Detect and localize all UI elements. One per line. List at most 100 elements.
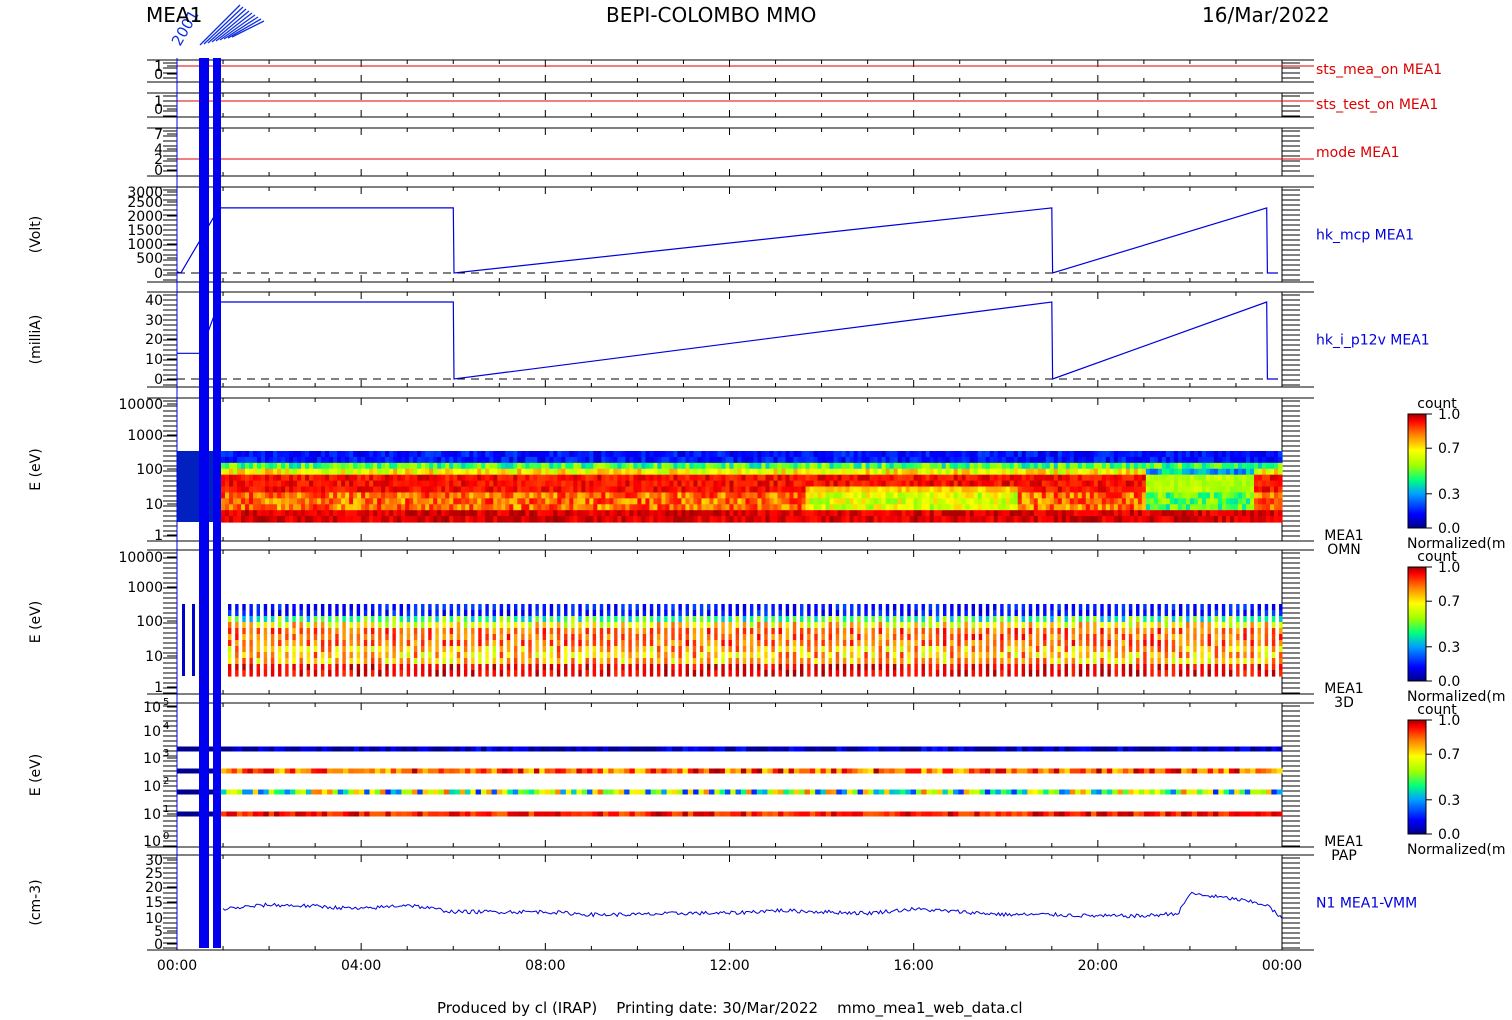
heatmap-cell <box>249 634 253 641</box>
heatmap-cell <box>578 646 582 653</box>
heatmap-cell <box>1093 504 1099 511</box>
heatmap-cell <box>564 628 568 635</box>
heatmap-cell <box>535 616 539 623</box>
heatmap-cell <box>421 456 426 464</box>
heatmap-cell <box>1029 504 1035 511</box>
heatmap-cell <box>313 456 318 464</box>
heatmap-cell <box>535 604 539 611</box>
heatmap-cell <box>461 451 466 458</box>
heatmap-cell <box>541 510 546 517</box>
heatmap-cell <box>342 670 346 677</box>
heatmap-cell <box>509 480 514 488</box>
heatmap-cell <box>357 504 362 511</box>
heatmap-cell <box>1037 451 1043 458</box>
heatmap-cell <box>369 504 374 511</box>
heatmap-cell <box>1169 474 1175 482</box>
heatmap-cell <box>699 646 704 653</box>
heatmap-cell <box>1105 468 1111 476</box>
heatmap-cell <box>913 480 919 488</box>
heatmap-cell <box>941 504 947 511</box>
heatmap-cell <box>737 504 743 511</box>
heatmap-cell <box>909 504 915 511</box>
heatmap-cell <box>609 474 614 482</box>
heatmap-cell <box>597 486 602 494</box>
heatmap-cell <box>1185 492 1191 499</box>
heatmap-cell <box>301 516 306 523</box>
heatmap-cell <box>742 664 747 671</box>
heatmap-cell <box>1065 480 1071 488</box>
heatmap-cell <box>509 462 514 470</box>
heatmap-cell <box>485 604 489 611</box>
heatmap-cell <box>465 516 470 523</box>
heatmap-cell <box>1269 510 1275 517</box>
heatmap-cell <box>337 498 342 505</box>
heatmap-cell <box>605 486 610 494</box>
heatmap-cell <box>729 492 735 499</box>
heatmap-cell <box>649 634 654 641</box>
heatmap-cell <box>265 474 270 482</box>
heatmap-cell <box>949 456 955 464</box>
heatmap-cell <box>1217 510 1223 517</box>
heatmap-cell <box>385 498 390 505</box>
heatmap-cell <box>1229 468 1235 476</box>
heatmap-cell <box>669 498 675 505</box>
heatmap-cell <box>577 468 582 476</box>
heatmap-cell <box>661 510 667 517</box>
heatmap-cell <box>342 634 346 641</box>
heatmap-cell <box>1097 480 1103 488</box>
heatmap-cell <box>1241 510 1247 517</box>
heatmap-cell <box>557 516 562 523</box>
heatmap-cell <box>441 462 446 470</box>
heatmap-cell <box>263 634 268 641</box>
heatmap-cell <box>1209 468 1215 476</box>
heatmap-cell <box>981 492 987 499</box>
heatmap-cell <box>1049 504 1055 511</box>
heatmap-cell <box>471 634 475 641</box>
heatmap-cell <box>1153 474 1159 482</box>
heatmap-cell <box>541 486 546 494</box>
heatmap-cell <box>305 462 310 470</box>
heatmap-cell <box>685 628 689 635</box>
heatmap-cell <box>601 468 606 476</box>
heatmap-cell <box>269 468 274 476</box>
heatmap-cell <box>641 498 646 505</box>
heatmap-cell <box>249 456 254 464</box>
heatmap-cell <box>709 451 715 458</box>
heatmap-cell <box>957 456 963 464</box>
heatmap-cell <box>1121 486 1127 494</box>
heatmap-cell <box>1129 516 1135 523</box>
heatmap-cell <box>509 474 514 482</box>
heatmap-cell <box>297 474 302 482</box>
heatmap-cell <box>606 640 611 647</box>
heatmap-cell <box>841 510 847 517</box>
heatmap-cell <box>893 468 899 476</box>
heatmap-cell <box>517 451 522 458</box>
heatmap-cell <box>321 486 326 494</box>
heatmap-cell <box>428 634 432 641</box>
heatmap-cell <box>463 610 468 617</box>
heatmap-cell <box>685 451 691 458</box>
heatmap-cell <box>1089 498 1095 505</box>
heatmap-cell <box>869 456 875 464</box>
heatmap-cell <box>853 498 859 505</box>
heatmap-cell <box>406 640 411 647</box>
heatmap-cell <box>749 634 754 641</box>
heatmap-cell <box>256 610 260 617</box>
heatmap-cell <box>577 451 582 458</box>
heatmap-cell <box>545 510 550 517</box>
heatmap-cell <box>792 616 797 623</box>
heatmap-cell <box>1093 498 1099 505</box>
heatmap-cell <box>433 468 438 476</box>
heatmap-cell <box>761 456 767 464</box>
heatmap-cell <box>1249 510 1255 517</box>
heatmap-cell <box>937 468 943 476</box>
heatmap-cell <box>565 516 570 523</box>
heatmap-cell <box>829 462 835 470</box>
heatmap-cell <box>617 462 622 470</box>
heatmap-cell <box>449 652 454 659</box>
heatmap-cell <box>1093 456 1099 464</box>
heatmap-cell <box>861 474 867 482</box>
heatmap-cell <box>1273 480 1279 488</box>
heatmap-cell <box>1221 492 1227 499</box>
heatmap-cell <box>1269 456 1275 464</box>
